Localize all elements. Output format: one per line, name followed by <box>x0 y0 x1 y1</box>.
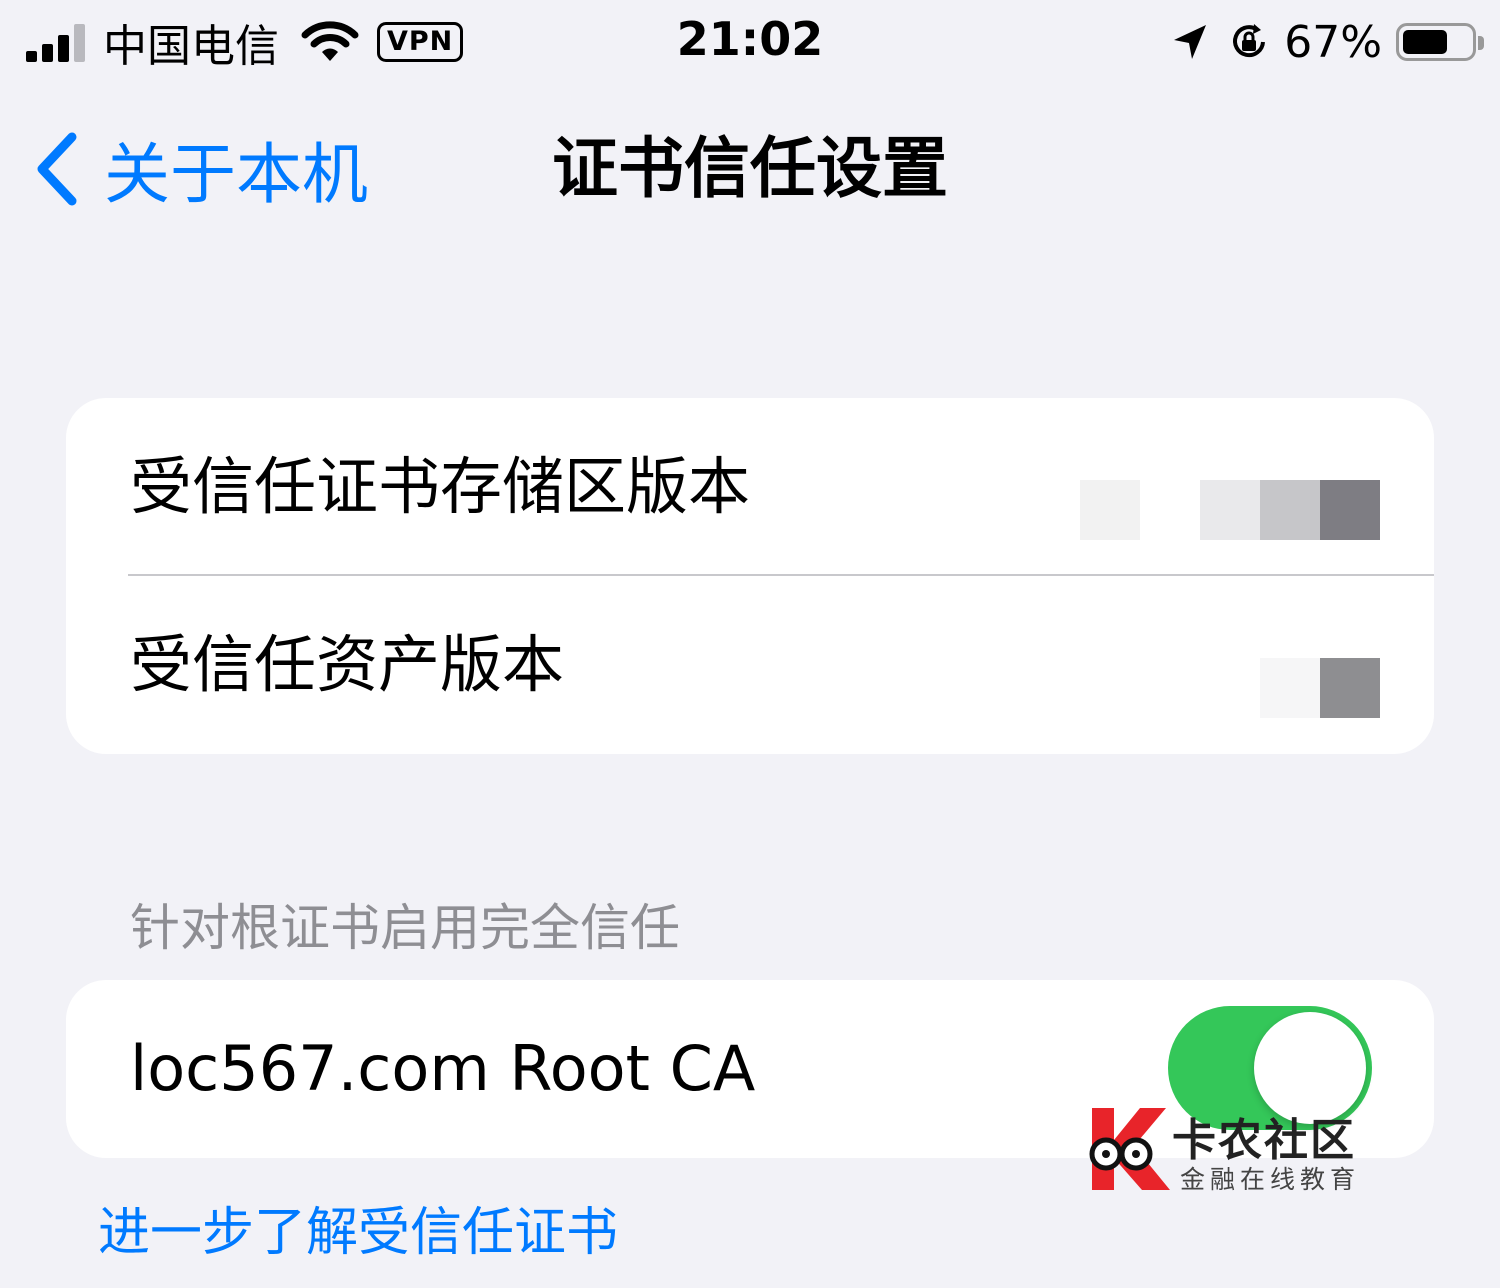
store-version-value-redacted <box>1080 480 1380 540</box>
version-group: 受信任证书存储区版本 受信任资产版本 <box>66 398 1434 754</box>
page-title: 证书信任设置 <box>552 130 948 207</box>
store-version-label: 受信任证书存储区版本 <box>130 450 751 523</box>
watermark-name: 卡农社区 <box>1172 1115 1356 1166</box>
assets-version-label: 受信任资产版本 <box>130 628 565 701</box>
status-bar: 中国电信 VPN 21:02 67% <box>0 0 1500 84</box>
learn-more-link[interactable]: 进一步了解受信任证书 <box>98 1190 618 1265</box>
battery-icon <box>1396 23 1484 61</box>
watermark: 卡农社区 金融在线教育 <box>1078 1100 1388 1196</box>
status-right: 67% <box>1172 14 1484 70</box>
watermark-subtitle: 金融在线教育 <box>1180 1165 1361 1194</box>
root-ca-label: loc567.com Root CA <box>130 1032 756 1105</box>
location-arrow-icon <box>1174 25 1207 59</box>
assets-version-row: 受信任资产版本 <box>66 576 1434 754</box>
assets-version-value-redacted <box>1260 658 1380 718</box>
section-header: 针对根证书启用完全信任 <box>130 899 680 957</box>
kanong-logo-icon <box>1089 1108 1170 1190</box>
battery-percent: 67% <box>1284 16 1382 68</box>
store-version-row: 受信任证书存储区版本 <box>66 398 1434 576</box>
rotation-lock-icon <box>1233 24 1266 58</box>
